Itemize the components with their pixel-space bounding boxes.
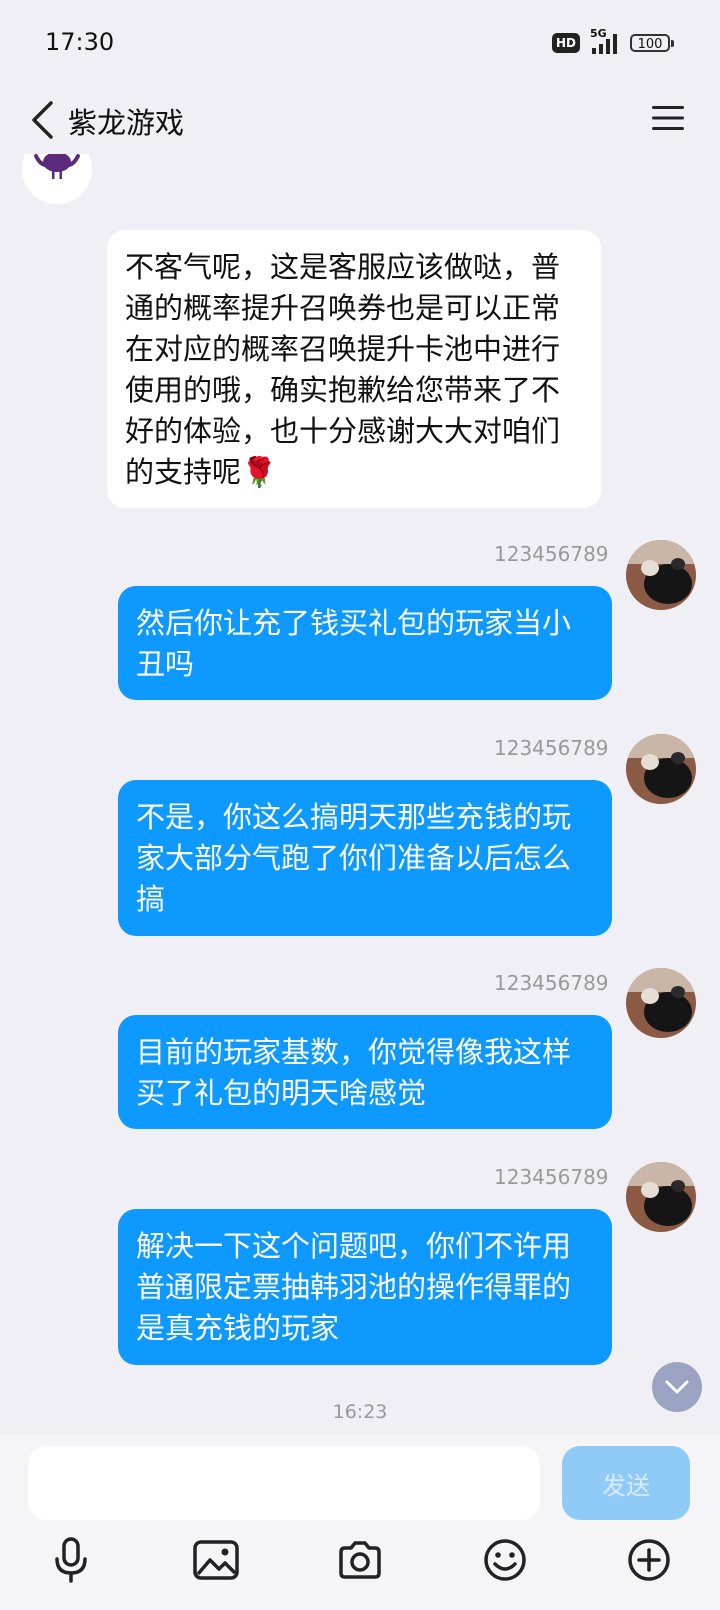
send-button[interactable]: 发送 (562, 1446, 690, 1520)
sender-name: 123456789 (494, 1165, 609, 1189)
sender-name: 123456789 (494, 736, 609, 760)
user-avatar[interactable] (626, 968, 696, 1038)
menu-button[interactable] (646, 96, 690, 140)
status-bar: 17:30 HD 5G 100 (0, 0, 720, 86)
image-button[interactable] (186, 1530, 246, 1590)
chat-title: 紫龙游戏 (68, 106, 185, 140)
scroll-to-bottom-button[interactable] (652, 1362, 702, 1412)
chevron-down-icon (665, 1380, 689, 1394)
microphone-icon (55, 1537, 87, 1583)
service-avatar[interactable] (22, 154, 92, 204)
sender-name: 123456789 (494, 971, 609, 995)
user-avatar[interactable] (626, 540, 696, 610)
user-avatar[interactable] (626, 734, 696, 804)
battery-icon: 100 (630, 34, 674, 52)
sender-name: 123456789 (494, 542, 609, 566)
message-bubble-outgoing[interactable]: 然后你让充了钱买礼包的玩家当小丑吗 (118, 586, 612, 700)
message-bubble-outgoing[interactable]: 目前的玩家基数，你觉得像我这样买了礼包的明天啥感觉 (118, 1015, 612, 1129)
smiley-icon (484, 1539, 526, 1581)
message-bubble-outgoing[interactable]: 解决一下这个问题吧，你们不许用普通限定票抽韩羽池的操作得罪的是真充钱的玩家 (118, 1209, 612, 1365)
image-icon (193, 1540, 239, 1580)
battery-level: 100 (637, 37, 663, 52)
user-avatar[interactable] (626, 1162, 696, 1232)
composer: 发送 (0, 1434, 720, 1610)
emoji-button[interactable] (475, 1530, 535, 1590)
more-button[interactable] (619, 1530, 679, 1590)
hd-badge: HD (551, 33, 580, 53)
menu-icon (652, 106, 684, 130)
camera-button[interactable] (330, 1530, 390, 1590)
voice-button[interactable] (41, 1530, 101, 1590)
status-time: 17:30 (45, 28, 115, 56)
camera-icon (339, 1541, 381, 1579)
status-indicators: HD 5G 100 (551, 27, 674, 56)
signal-icon: 5G (590, 27, 620, 55)
message-bubble-outgoing[interactable]: 不是，你这么搞明天那些充钱的玩家大部分气跑了你们准备以后怎么搞 (118, 780, 612, 936)
message-list[interactable]: 不客气呢，这是客服应该做哒，普通的概率提升召唤券也是可以正常在对应的概率召唤提升… (0, 154, 720, 1434)
back-button[interactable] (22, 90, 62, 150)
plus-circle-icon (628, 1539, 670, 1581)
message-timestamp: 16:23 (332, 1401, 388, 1423)
message-input[interactable] (28, 1446, 540, 1520)
chevron-left-icon (32, 101, 53, 139)
message-bubble-incoming[interactable]: 不客气呢，这是客服应该做哒，普通的概率提升召唤券也是可以正常在对应的概率召唤提升… (107, 230, 601, 508)
chat-header: 紫龙游戏 (0, 86, 720, 154)
